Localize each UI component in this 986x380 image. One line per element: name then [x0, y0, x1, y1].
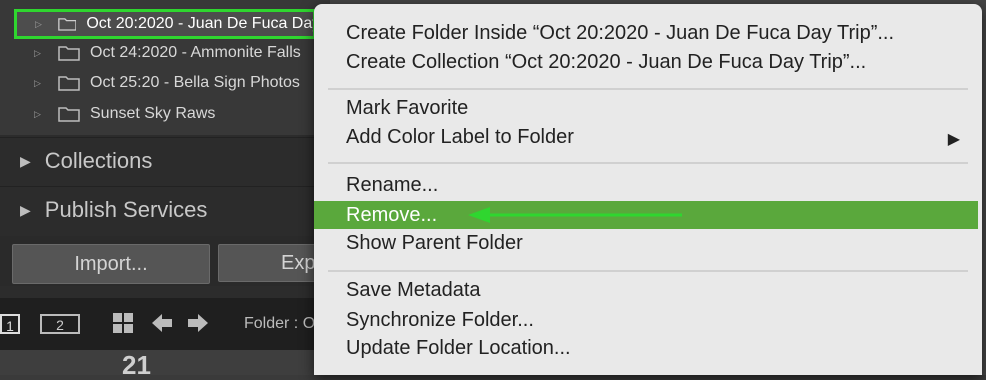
- left-panel: ▷ Oct 20:2020 - Juan De Fuca Day Trip ▷ …: [0, 0, 398, 298]
- page-2-button[interactable]: 2: [40, 314, 80, 334]
- filmstrip: 21: [0, 350, 330, 380]
- folder-list: ▷ Oct 20:2020 - Juan De Fuca Day Trip ▷ …: [0, 0, 330, 135]
- folder-label: Oct 25:20 - Bella Sign Photos: [90, 74, 300, 91]
- context-menu: Create Folder Inside “Oct 20:2020 - Juan…: [314, 4, 982, 375]
- publish-services-label: Publish Services: [44, 197, 208, 222]
- folder-item[interactable]: ▷ Oct 25:20 - Bella Sign Photos: [16, 70, 316, 96]
- menu-item-create-folder[interactable]: Create Folder Inside “Oct 20:2020 - Juan…: [346, 19, 894, 47]
- expand-triangle-icon[interactable]: ▷: [34, 78, 44, 88]
- folder-path: Folder : Oct 20:2020 - Juan De Fuca Day …: [244, 315, 314, 332]
- folder-icon: [58, 76, 80, 91]
- bottom-toolbar: 1 2 Folder : Oct 20:2020 - Juan De Fuca …: [0, 298, 330, 350]
- folder-icon: [57, 18, 77, 31]
- grid-icon[interactable]: [112, 312, 134, 334]
- collections-label: Collections: [44, 148, 153, 173]
- folder-label: Oct 24:2020 - Ammonite Falls: [90, 44, 301, 61]
- expand-triangle-icon[interactable]: ▷: [34, 48, 44, 58]
- submenu-arrow-icon: ▶: [947, 131, 960, 148]
- menu-item-show-parent[interactable]: Show Parent Folder: [346, 229, 523, 257]
- folder-label: Oct 20:2020 - Juan De Fuca Day Trip: [86, 15, 313, 32]
- forward-arrow-icon[interactable]: [186, 312, 210, 334]
- menu-separator: [328, 88, 968, 90]
- expand-triangle-icon[interactable]: ▶: [20, 153, 31, 170]
- menu-item-create-collection[interactable]: Create Collection “Oct 20:2020 - Juan De…: [346, 48, 866, 76]
- filmstrip-date: 21: [122, 350, 151, 380]
- annotation-arrow-icon: [468, 207, 682, 223]
- import-export-bar: Import... Export...: [0, 236, 398, 286]
- page-1-button[interactable]: 1: [0, 314, 20, 334]
- folder-icon: [58, 107, 80, 122]
- menu-item-remove[interactable]: Remove...: [346, 201, 437, 229]
- expand-triangle-icon[interactable]: ▷: [34, 109, 44, 119]
- menu-separator: [328, 162, 968, 164]
- expand-triangle-icon[interactable]: ▷: [35, 19, 44, 29]
- publish-services-section[interactable]: ▶ Publish Services: [0, 186, 330, 233]
- import-button[interactable]: Import...: [12, 244, 210, 284]
- menu-item-add-color-label[interactable]: Add Color Label to Folder: [346, 123, 574, 151]
- menu-item-update-location[interactable]: Update Folder Location...: [346, 334, 571, 362]
- menu-item-rename[interactable]: Rename...: [346, 171, 438, 199]
- folder-item[interactable]: ▷ Oct 24:2020 - Ammonite Falls: [16, 40, 316, 66]
- back-arrow-icon[interactable]: [150, 312, 174, 334]
- collections-section[interactable]: ▶ Collections: [0, 137, 330, 184]
- menu-item-save-metadata[interactable]: Save Metadata: [346, 276, 481, 304]
- folder-item[interactable]: ▷ Sunset Sky Raws: [16, 101, 316, 127]
- menu-separator: [328, 270, 968, 272]
- menu-item-mark-favorite[interactable]: Mark Favorite: [346, 94, 468, 122]
- folder-icon: [58, 46, 80, 61]
- folder-item-selected[interactable]: ▷ Oct 20:2020 - Juan De Fuca Day Trip: [14, 9, 316, 39]
- folder-label: Sunset Sky Raws: [90, 105, 216, 122]
- menu-item-synchronize[interactable]: Synchronize Folder...: [346, 306, 534, 334]
- expand-triangle-icon[interactable]: ▶: [20, 202, 31, 219]
